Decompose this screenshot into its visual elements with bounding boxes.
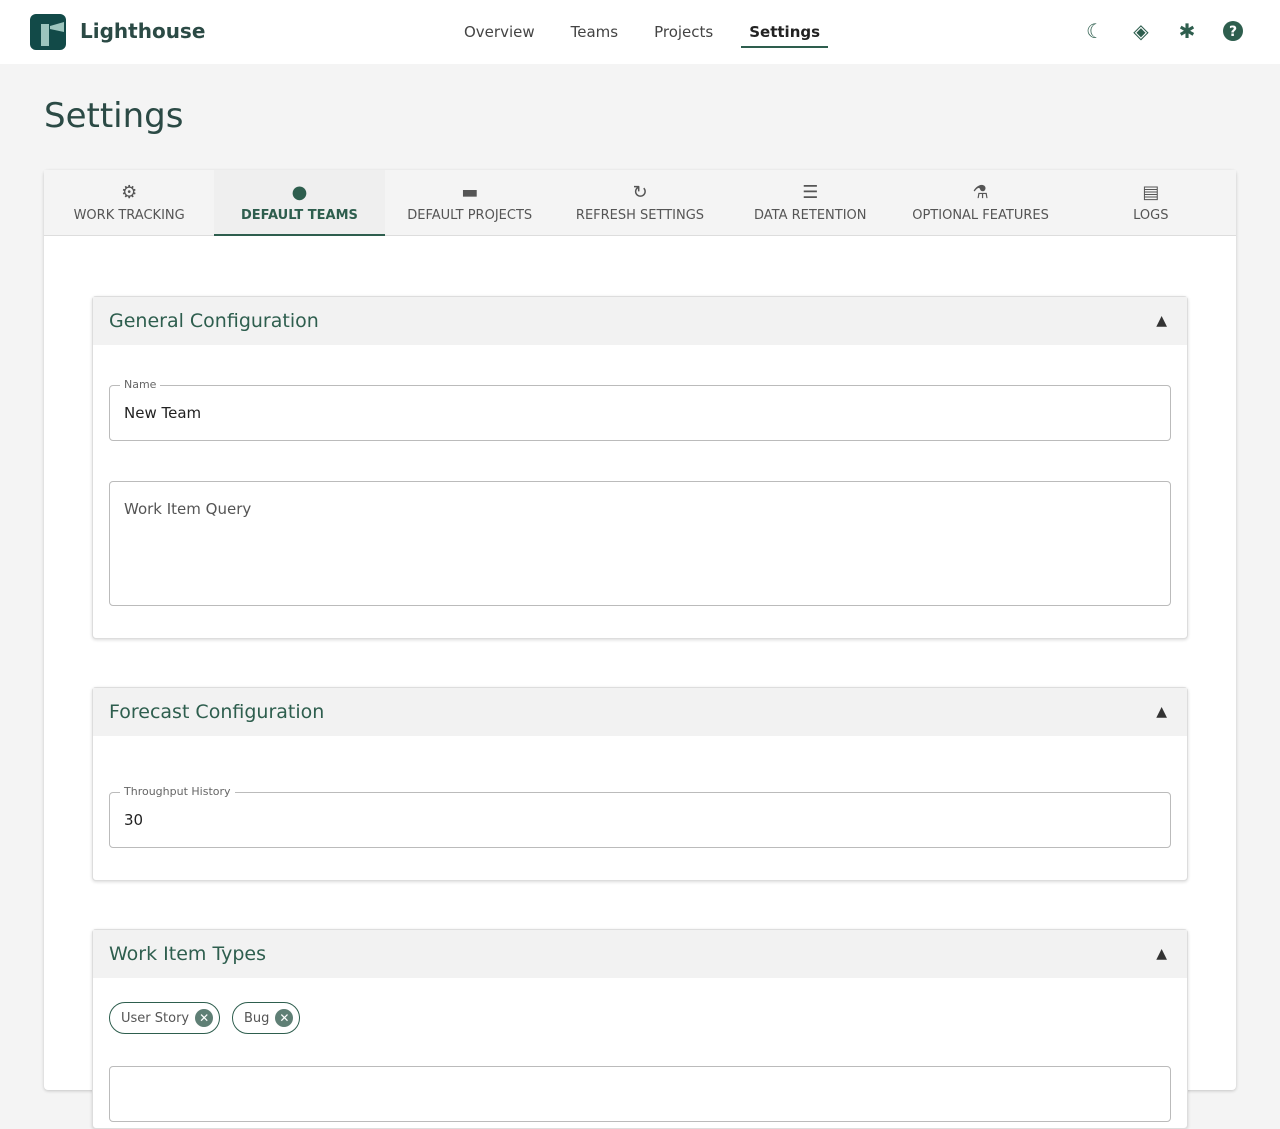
microscope-icon: ⚗ [972,182,989,203]
gear-icon: ⚙ [121,182,138,203]
chevron-up-icon[interactable]: ▲ [1156,704,1167,720]
remove-chip-icon[interactable]: ✕ [275,1009,294,1027]
add-work-item-type-field[interactable] [109,1066,1171,1122]
forecast-configuration-section: Forecast Configuration ▲ Throughput Histo… [92,687,1188,881]
work-item-types-section: Work Item Types ▲ User Story ✕ Bug ✕ [92,929,1188,1129]
nav-overview[interactable]: Overview [446,0,553,64]
work-item-query-field[interactable]: Work Item Query [109,481,1171,606]
document-icon: ▤ [1142,182,1160,203]
storage-icon: ☰ [802,182,819,203]
support-handshake-icon[interactable]: ◈ [1130,19,1152,43]
chip-user-story: User Story ✕ [109,1002,221,1034]
brand-name[interactable]: Lighthouse [80,19,205,43]
tab-refresh-settings[interactable]: ↻ REFRESH SETTINGS [555,170,725,235]
work-item-types-header[interactable]: Work Item Types ▲ [93,930,1187,978]
throughput-history-field[interactable]: Throughput History 30 [109,785,1171,848]
general-configuration-section: General Configuration ▲ Name New Team Work… [92,296,1188,639]
tab-logs[interactable]: ▤ LOGS [1066,170,1236,235]
name-field[interactable]: Name New Team [109,378,1171,441]
tab-data-retention[interactable]: ☰ DATA RETENTION [725,170,895,235]
general-configuration-header[interactable]: General Configuration ▲ [93,297,1187,345]
chevron-up-icon[interactable]: ▲ [1156,313,1167,329]
nav-settings[interactable]: Settings [731,0,838,64]
forecast-configuration-header[interactable]: Forecast Configuration ▲ [93,688,1187,736]
settings-tabs: ⚙ WORK TRACKING ● DEFAULT TEAMS ▬ DEFAULT P… [44,170,1236,236]
tab-default-teams[interactable]: ● DEFAULT TEAMS [214,170,385,236]
refresh-icon: ↻ [632,182,648,203]
nav-teams[interactable]: Teams [553,0,636,64]
tab-default-projects[interactable]: ▬ DEFAULT PROJECTS [385,170,555,235]
app-bar: Lighthouse Overview Teams Projects Setti… [0,0,1280,64]
chip-bug: Bug ✕ [232,1002,301,1034]
tab-work-tracking[interactable]: ⚙ WORK TRACKING [44,170,214,235]
help-icon[interactable]: ? [1222,20,1244,42]
report-bug-icon[interactable]: ✱ [1176,19,1198,43]
folder-icon: ▬ [461,182,479,203]
settings-card: ⚙ WORK TRACKING ● DEFAULT TEAMS ▬ DEFAULT P… [44,170,1236,1129]
dark-mode-moon-icon[interactable]: ☾ [1084,19,1106,43]
remove-chip-icon[interactable]: ✕ [195,1009,214,1027]
page-title: Settings [44,96,184,136]
lighthouse-logo-icon[interactable] [30,14,66,50]
svg-text:?: ? [1229,24,1237,40]
chevron-up-icon[interactable]: ▲ [1156,946,1167,962]
teams-icon: ● [291,182,308,203]
nav-projects[interactable]: Projects [636,0,731,64]
tab-optional-features[interactable]: ⚗ OPTIONAL FEATURES [895,170,1065,235]
